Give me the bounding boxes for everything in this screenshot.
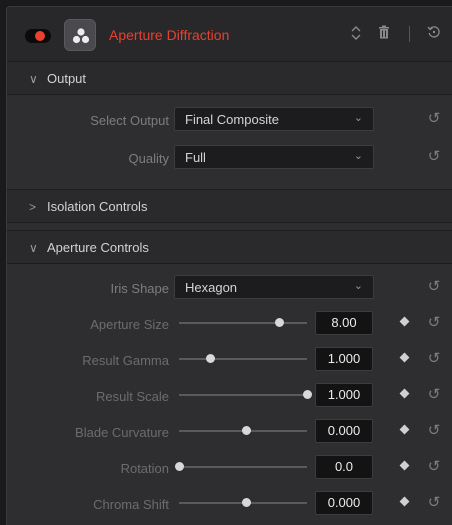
reset-icon[interactable]: ↺ xyxy=(426,351,442,367)
panel-body: ∨ Output Select Output Final Composite ⌄… xyxy=(7,61,452,525)
row-result-scale: Result Scale 1.000 ↺ xyxy=(7,379,452,415)
chevron-down-icon: ⌄ xyxy=(353,280,363,292)
rotation-label: Rotation xyxy=(120,461,169,476)
keyframe-diamond-icon[interactable] xyxy=(399,352,410,363)
keyframe-diamond-icon[interactable] xyxy=(399,388,410,399)
result-scale-slider[interactable] xyxy=(179,390,312,399)
aperture-size-slider[interactable] xyxy=(179,318,307,327)
reset-icon[interactable]: ↺ xyxy=(426,279,442,295)
fx-panel: Aperture Diffraction ∨ Output Select Out… xyxy=(6,6,452,525)
section-output-label: Output xyxy=(47,71,87,86)
aperture-size-label: Aperture Size xyxy=(90,317,169,332)
section-isolation-header[interactable]: > Isolation Controls xyxy=(7,189,452,223)
reset-icon[interactable]: ↺ xyxy=(426,149,442,165)
result-scale-input[interactable]: 1.000 xyxy=(315,383,373,407)
reset-icon[interactable]: ↺ xyxy=(426,423,442,439)
enable-toggle[interactable] xyxy=(25,29,51,43)
select-output-value: Final Composite xyxy=(185,112,279,127)
row-quality: Quality Full ⌄ ↺ xyxy=(7,141,452,177)
result-gamma-label: Result Gamma xyxy=(82,353,169,368)
rotation-input[interactable]: 0.0 xyxy=(315,455,373,479)
select-output-label: Select Output xyxy=(90,113,169,128)
iris-shape-label: Iris Shape xyxy=(110,281,169,296)
slider-knob[interactable] xyxy=(241,498,251,507)
row-blade-curvature: Blade Curvature 0.000 ↺ xyxy=(7,415,452,451)
chroma-shift-label: Chroma Shift xyxy=(93,497,169,512)
section-aperture-label: Aperture Controls xyxy=(47,240,149,255)
select-output-dropdown[interactable]: Final Composite ⌄ xyxy=(174,107,374,131)
chroma-shift-slider[interactable] xyxy=(179,498,307,507)
slider-knob[interactable] xyxy=(274,318,284,327)
result-scale-label: Result Scale xyxy=(96,389,169,404)
iris-shape-dropdown[interactable]: Hexagon ⌄ xyxy=(174,275,374,299)
slider-knob[interactable] xyxy=(241,426,251,435)
enable-toggle-dot xyxy=(35,31,45,41)
chroma-shift-input[interactable]: 0.000 xyxy=(315,491,373,515)
panel-header: Aperture Diffraction xyxy=(7,7,452,61)
aperture-size-input[interactable]: 8.00 xyxy=(315,311,373,335)
reset-icon[interactable]: ↺ xyxy=(426,459,442,475)
section-isolation-label: Isolation Controls xyxy=(47,199,148,214)
keyframe-diamond-icon[interactable] xyxy=(399,424,410,435)
keyframe-diamond-icon[interactable] xyxy=(399,316,410,327)
effect-title: Aperture Diffraction xyxy=(109,27,230,43)
row-rotation: Rotation 0.0 ↺ xyxy=(7,451,452,487)
iris-shape-value: Hexagon xyxy=(185,280,238,295)
section-output-header[interactable]: ∨ Output xyxy=(7,61,452,95)
resolve-fx-icon xyxy=(64,19,96,51)
keyframe-diamond-icon[interactable] xyxy=(399,496,410,507)
trash-icon[interactable] xyxy=(375,25,393,43)
blade-curvature-input[interactable]: 0.000 xyxy=(315,419,373,443)
quality-dropdown[interactable]: Full ⌄ xyxy=(174,145,374,169)
result-gamma-input[interactable]: 1.000 xyxy=(315,347,373,371)
blade-curvature-slider[interactable] xyxy=(179,426,307,435)
header-divider xyxy=(409,26,410,42)
up-down-arrows-icon[interactable] xyxy=(347,25,365,43)
quality-value: Full xyxy=(185,150,206,165)
row-iris-shape: Iris Shape Hexagon ⌄ ↺ xyxy=(7,271,452,307)
blade-curvature-label: Blade Curvature xyxy=(75,425,169,440)
chevron-down-icon: ⌄ xyxy=(353,112,363,124)
chevron-down-icon: ∨ xyxy=(29,72,38,86)
reset-icon[interactable] xyxy=(425,25,443,43)
keyframe-diamond-icon[interactable] xyxy=(399,460,410,471)
row-select-output: Select Output Final Composite ⌄ ↺ xyxy=(7,103,452,139)
slider-knob[interactable] xyxy=(303,390,312,399)
row-result-gamma: Result Gamma 1.000 ↺ xyxy=(7,343,452,379)
slider-knob[interactable] xyxy=(175,462,184,471)
quality-label: Quality xyxy=(128,151,169,166)
row-aperture-size: Aperture Size 8.00 ↺ xyxy=(7,307,452,343)
rotation-slider[interactable] xyxy=(175,462,307,471)
section-aperture-header[interactable]: ∨ Aperture Controls xyxy=(7,230,452,264)
slider-knob[interactable] xyxy=(205,354,215,363)
row-chroma-shift: Chroma Shift 0.000 ↺ xyxy=(7,487,452,523)
reset-icon[interactable]: ↺ xyxy=(426,495,442,511)
chevron-down-icon: ⌄ xyxy=(353,150,363,162)
reset-icon[interactable]: ↺ xyxy=(426,387,442,403)
chevron-down-icon: ∨ xyxy=(29,241,38,255)
reset-icon[interactable]: ↺ xyxy=(426,111,442,127)
result-gamma-slider[interactable] xyxy=(179,354,307,363)
reset-icon[interactable]: ↺ xyxy=(426,315,442,331)
chevron-right-icon: > xyxy=(29,200,37,214)
